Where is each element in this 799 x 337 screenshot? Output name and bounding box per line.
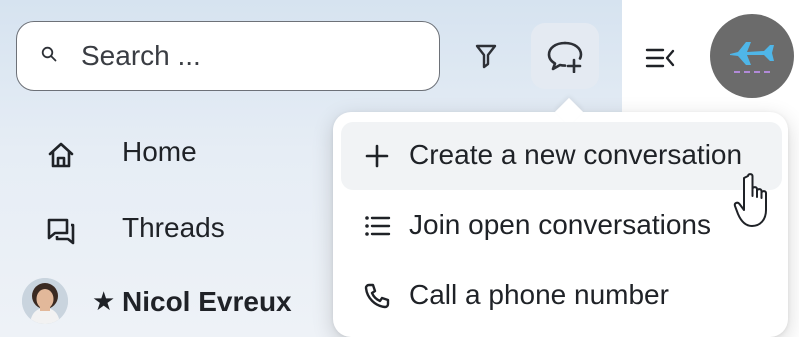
menu-label-call: Call a phone number <box>409 279 669 310</box>
phone-icon <box>364 283 390 309</box>
menu-label-join: Join open conversations <box>409 209 711 240</box>
chat-plus-icon <box>547 41 583 73</box>
new-conversation-button[interactable] <box>531 23 599 89</box>
list-icon <box>365 216 391 236</box>
avatar <box>22 278 68 324</box>
nav-label-threads: Threads <box>122 212 225 243</box>
collapse-panel-icon <box>645 48 675 68</box>
menu-item-create-conversation[interactable]: Create a new conversation <box>341 122 782 190</box>
dm-item-nicol-evreux[interactable]: ★ Nicol Evreux <box>18 272 318 328</box>
search-icon <box>41 46 57 62</box>
search-box[interactable] <box>16 21 440 91</box>
nav-item-threads[interactable]: Threads <box>30 202 320 258</box>
plus-icon <box>365 144 389 168</box>
threads-icon <box>47 218 75 245</box>
filter-button[interactable] <box>458 28 514 84</box>
user-avatar[interactable] <box>710 14 794 98</box>
home-icon <box>48 142 74 168</box>
new-conversation-menu: Create a new conversation Join open conv… <box>333 97 788 337</box>
favorite-star-icon: ★ <box>92 286 116 316</box>
nav-label-home: Home <box>122 136 197 167</box>
search-input[interactable] <box>81 34 421 78</box>
filter-icon <box>475 44 497 69</box>
menu-item-call-phone[interactable]: Call a phone number <box>341 262 782 330</box>
airplane-icon <box>730 42 774 73</box>
menu-item-join-conversations[interactable]: Join open conversations <box>341 192 782 260</box>
collapse-panel-button[interactable] <box>640 38 680 78</box>
menu-label-create: Create a new conversation <box>409 139 743 170</box>
dm-name: Nicol Evreux <box>122 286 292 317</box>
nav-item-home[interactable]: Home <box>30 126 320 182</box>
